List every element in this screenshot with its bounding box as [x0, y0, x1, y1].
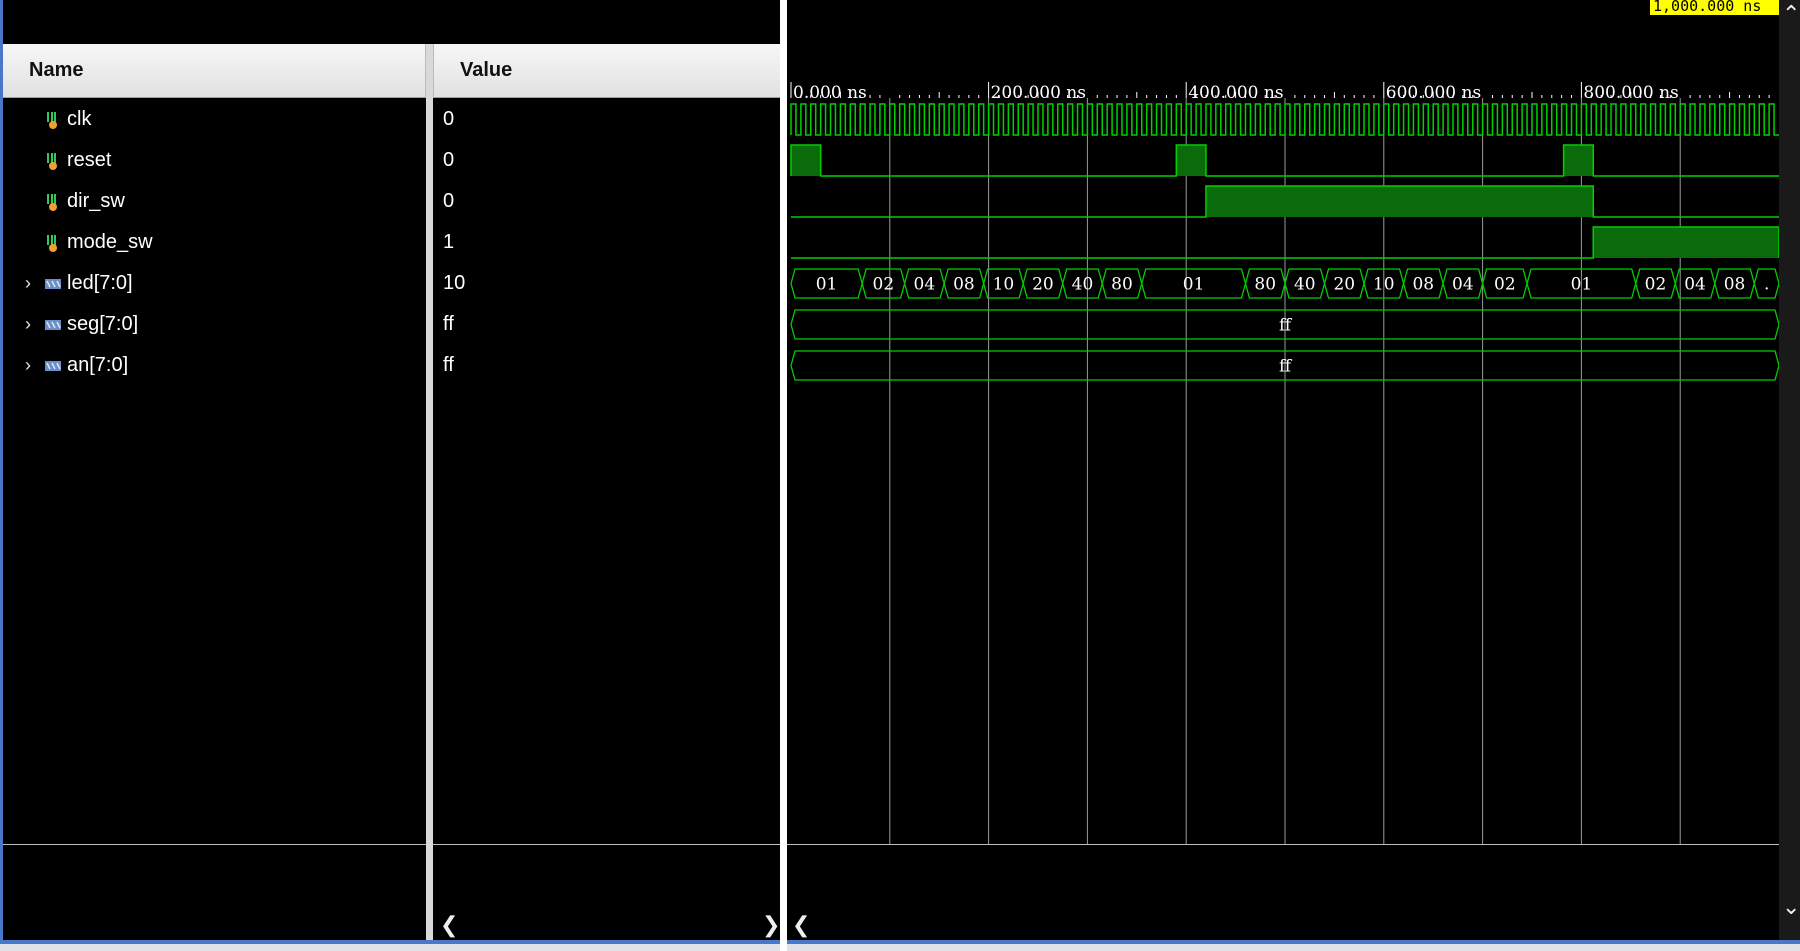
signal-row-clk[interactable]: clk [3, 99, 426, 140]
led-bus-value: 02 [873, 275, 895, 295]
led-bus-value: 02 [1645, 275, 1667, 295]
led-bus-value: 01 [1571, 275, 1593, 295]
led-bus-value: 80 [1111, 275, 1133, 295]
signal-name: seg[7:0] [67, 313, 139, 335]
signal-row-dir-sw[interactable]: dir_sw [3, 181, 426, 222]
reset-high-fill [1176, 145, 1206, 176]
led-bus-value: 04 [1684, 275, 1706, 295]
clk-waveform [790, 103, 1779, 136]
single-bit-signal-icon [47, 193, 57, 211]
signal-value-clk: 0 [433, 99, 780, 140]
value-column-header[interactable]: Value [433, 44, 780, 98]
chevron-left-icon[interactable]: ❮ [440, 913, 458, 938]
signal-row-an[interactable]: › an[7:0] [3, 345, 426, 386]
led-bus-value: 01 [1183, 275, 1205, 295]
signal-value-an: ff [433, 345, 780, 386]
signal-row-led[interactable]: › led[7:0] [3, 263, 426, 304]
name-column-label: Name [29, 59, 84, 81]
signal-name: an[7:0] [67, 354, 129, 376]
signal-value: ff [443, 354, 454, 376]
tab-strip [0, 944, 1800, 951]
signal-name: dir_sw [67, 190, 125, 212]
led-bus-value: 10 [993, 275, 1015, 295]
list-end-divider [3, 844, 426, 845]
ruler-label: 400.000 ns [1188, 83, 1283, 103]
ruler-label: 600.000 ns [1386, 83, 1481, 103]
single-bit-signal-icon [47, 234, 57, 252]
led-bus-value: 40 [1072, 275, 1094, 295]
signal-name: mode_sw [67, 231, 153, 253]
signal-value-led: 10 [433, 263, 780, 304]
signal-value: ff [443, 313, 454, 335]
bus-signal-icon [45, 319, 61, 330]
led-bus-value: 20 [1333, 275, 1355, 295]
chevron-right-icon[interactable]: ❯ [762, 913, 780, 938]
led-bus-value: 08 [1412, 275, 1434, 295]
led-bus-value: 08 [1724, 275, 1746, 295]
reset-high-fill [791, 145, 821, 176]
signal-row-reset[interactable]: reset [3, 140, 426, 181]
seg-bus-value: ff [1279, 316, 1293, 336]
an-bus-value: ff [1279, 357, 1293, 377]
ruler-label: 800.000 ns [1583, 83, 1678, 103]
chevron-right-icon[interactable]: › [19, 314, 37, 335]
bus-signal-icon [45, 278, 61, 289]
time-ruler: 0.000 ns 200.000 ns 400.000 ns 600.000 ns 80… [790, 82, 1770, 103]
chevron-up-icon[interactable]: ⌃ [1782, 2, 1800, 27]
signal-name: led[7:0] [67, 272, 133, 294]
signal-value-mode-sw: 1 [433, 222, 780, 263]
signal-value: 0 [443, 108, 455, 130]
ruler-label: 0.000 ns [793, 83, 867, 103]
signal-row-mode-sw[interactable]: mode_sw [3, 222, 426, 263]
mode_sw-high-fill [1593, 227, 1779, 258]
dir_sw-high-fill [1205, 186, 1594, 217]
vertical-scrollbar[interactable] [1779, 0, 1800, 940]
led-bus-value: 40 [1294, 275, 1316, 295]
led-bus-value: 01 [816, 275, 838, 295]
chevron-down-icon[interactable]: ⌄ [1782, 895, 1800, 920]
signal-value: 0 [443, 149, 455, 171]
value-wave-splitter[interactable] [780, 0, 787, 951]
chevron-right-icon[interactable]: › [19, 273, 37, 294]
led-bus-value: 20 [1032, 275, 1054, 295]
led-bus-value: 04 [914, 275, 936, 295]
led-bus-value: 08 [953, 275, 975, 295]
signal-value-seg: ff [433, 304, 780, 345]
single-bit-signal-icon [47, 152, 57, 170]
value-end-divider [433, 844, 780, 845]
led-bus-value: 04 [1452, 275, 1474, 295]
signal-value: 1 [443, 231, 455, 253]
chevron-right-icon[interactable]: › [19, 355, 37, 376]
signal-value: 0 [443, 190, 455, 212]
name-column-header[interactable]: Name [3, 44, 426, 98]
led-bus-value: . [1764, 275, 1769, 295]
name-value-splitter[interactable] [426, 44, 433, 940]
signal-row-seg[interactable]: › seg[7:0] [3, 304, 426, 345]
signal-value-dir-sw: 0 [433, 181, 780, 222]
reset-high-fill [1563, 145, 1594, 176]
signal-name: reset [67, 149, 112, 171]
led-bus-value: 10 [1373, 275, 1395, 295]
waveform-canvas[interactable]: 0.000 ns 200.000 ns 400.000 ns 600.000 ns 80… [787, 0, 1779, 940]
value-column-label: Value [460, 59, 513, 81]
signal-value: 10 [443, 272, 466, 294]
ruler-label: 200.000 ns [991, 83, 1086, 103]
single-bit-signal-icon [47, 111, 57, 129]
bus-signal-icon [45, 360, 61, 371]
signal-name: clk [67, 108, 92, 130]
led-bus-value: 80 [1254, 275, 1276, 295]
led-bus-value: 02 [1494, 275, 1516, 295]
signal-value-reset: 0 [433, 140, 780, 181]
